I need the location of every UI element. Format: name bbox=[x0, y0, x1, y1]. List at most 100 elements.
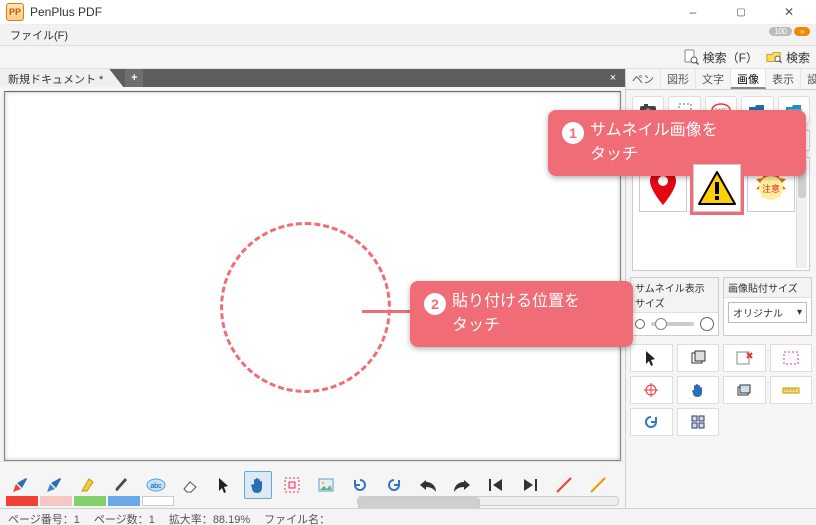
folder-search-icon bbox=[766, 49, 782, 65]
top-toolrow: 検索（F） 検索 bbox=[0, 46, 816, 69]
tool-rotate-right[interactable] bbox=[380, 471, 408, 499]
thumbnail-warning[interactable] bbox=[693, 164, 741, 212]
side-layers[interactable] bbox=[677, 344, 720, 372]
swatch-5[interactable] bbox=[142, 496, 174, 506]
app-window: { "app": { "title": "PenPlus PDF", "icon… bbox=[0, 0, 816, 525]
callout-1-line1: サムネイル画像を bbox=[590, 122, 718, 139]
document-tabstrip: 新規ドキュメント * + × bbox=[0, 69, 625, 87]
status-page-no: ページ番号：1 bbox=[8, 511, 80, 525]
app-title: PenPlus PDF bbox=[30, 5, 102, 19]
side-pointer[interactable] bbox=[630, 344, 673, 372]
document-tab-active[interactable]: 新規ドキュメント * bbox=[0, 69, 123, 87]
tool-last-page[interactable] bbox=[516, 471, 544, 499]
svg-text:abc: abc bbox=[150, 483, 162, 490]
tab-image[interactable]: 画像 bbox=[731, 69, 766, 89]
side-tabs: ペン 図形 文字 画像 表示 設定 bbox=[626, 69, 816, 90]
canvas-wrap bbox=[0, 87, 625, 461]
tool-highlighter[interactable] bbox=[74, 471, 102, 499]
callout-1-line2: タッチ bbox=[562, 144, 792, 166]
menubar-chip-2[interactable]: » bbox=[794, 27, 810, 36]
menubar-chip-1: 100 bbox=[769, 27, 793, 36]
tool-line-red[interactable] bbox=[550, 471, 578, 499]
callout-2-line1: 貼り付ける位置を bbox=[452, 293, 580, 310]
close-tab-button[interactable]: × bbox=[605, 69, 621, 87]
tool-pointer[interactable] bbox=[210, 471, 238, 499]
callout-1-number: 1 bbox=[562, 122, 584, 144]
callout-2-line2: タッチ bbox=[424, 315, 619, 337]
menubar: ファイル(F) 100 » bbox=[0, 25, 816, 46]
paste-size-label: 画像貼付サイズ bbox=[724, 278, 811, 298]
tool-line-orange[interactable] bbox=[584, 471, 612, 499]
bottom-scrollbar[interactable] bbox=[357, 496, 619, 506]
callout-2: 2 貼り付ける位置を タッチ bbox=[410, 281, 633, 347]
thumbnail-size-box: サムネイル表示サイズ bbox=[630, 277, 719, 336]
side-hand[interactable] bbox=[677, 376, 720, 404]
tab-view[interactable]: 表示 bbox=[766, 69, 801, 89]
paste-size-box: 画像貼付サイズ オリジナル▾ bbox=[723, 277, 812, 336]
search-label: 検索 bbox=[786, 49, 810, 66]
tool-undo[interactable] bbox=[414, 471, 442, 499]
tool-eraser[interactable] bbox=[176, 471, 204, 499]
circle-large-icon bbox=[700, 317, 714, 331]
tool-brush[interactable] bbox=[108, 471, 136, 499]
document-search-icon bbox=[683, 49, 699, 65]
search-f-group[interactable]: 検索（F） bbox=[683, 49, 758, 66]
bottom-scrollbar-thumb[interactable] bbox=[358, 497, 480, 508]
thumbnail-size-label: サムネイル表示サイズ bbox=[631, 278, 718, 313]
app-icon: PP bbox=[6, 3, 24, 21]
paste-size-dropdown[interactable]: オリジナル▾ bbox=[728, 302, 807, 323]
swatch-1[interactable] bbox=[6, 496, 38, 506]
search-f-label: 検索（F） bbox=[703, 49, 758, 66]
side-center[interactable] bbox=[630, 376, 673, 404]
side-delete[interactable] bbox=[723, 344, 766, 372]
menu-file[interactable]: ファイル(F) bbox=[4, 25, 74, 45]
tool-first-page[interactable] bbox=[482, 471, 510, 499]
thumbnail-scrollbar[interactable] bbox=[796, 160, 807, 268]
add-tab-button[interactable]: + bbox=[125, 69, 143, 87]
tool-insert-image[interactable] bbox=[312, 471, 340, 499]
callout-1: 1 サムネイル画像を タッチ bbox=[548, 110, 806, 176]
titlebar: PP PenPlus PDF – ▢ ✕ bbox=[0, 0, 816, 25]
swatch-2[interactable] bbox=[40, 496, 72, 506]
search-group[interactable]: 検索 bbox=[766, 49, 810, 66]
tool-select-region[interactable] bbox=[278, 471, 306, 499]
option-columns: サムネイル表示サイズ 画像貼付サイズ オリジナル▾ bbox=[626, 277, 816, 340]
tool-pen-blue[interactable] bbox=[40, 471, 68, 499]
status-bar: ページ番号：1 ページ数：1 拡大率：88.19% ファイル名： bbox=[0, 508, 816, 525]
status-zoom: 拡大率：88.19% bbox=[169, 511, 250, 525]
side-stack[interactable] bbox=[723, 376, 766, 404]
tool-hand[interactable] bbox=[244, 471, 272, 499]
callout-leader-2 bbox=[362, 310, 412, 313]
side-select-area[interactable] bbox=[770, 344, 813, 372]
window-maximize-button[interactable]: ▢ bbox=[720, 1, 762, 23]
menubar-right-chips: 100 » bbox=[769, 27, 811, 36]
document-tab-label: 新規ドキュメント * bbox=[8, 71, 103, 87]
callout-2-number: 2 bbox=[424, 293, 446, 315]
svg-text:注意: 注意 bbox=[762, 183, 780, 194]
chevron-down-icon-3: ▾ bbox=[797, 307, 802, 318]
side-tool-grid bbox=[626, 340, 816, 440]
window-close-button[interactable]: ✕ bbox=[768, 1, 810, 23]
swatch-4[interactable] bbox=[108, 496, 140, 506]
tab-settings[interactable]: 設定 bbox=[801, 69, 816, 89]
target-area-indicator bbox=[220, 222, 391, 393]
tool-text-abc[interactable]: abc bbox=[142, 471, 170, 499]
canvas[interactable] bbox=[4, 91, 621, 461]
circle-small-icon bbox=[635, 319, 645, 329]
tool-pen-red[interactable] bbox=[6, 471, 34, 499]
swatch-3[interactable] bbox=[74, 496, 106, 506]
side-ruler[interactable] bbox=[770, 376, 813, 404]
status-file: ファイル名： bbox=[264, 511, 330, 525]
window-minimize-button[interactable]: – bbox=[672, 1, 714, 23]
side-grid[interactable] bbox=[677, 408, 720, 436]
side-rotate[interactable] bbox=[630, 408, 673, 436]
tool-redo[interactable] bbox=[448, 471, 476, 499]
tab-text[interactable]: 文字 bbox=[696, 69, 731, 89]
thumbnail-size-slider[interactable] bbox=[631, 313, 718, 335]
tab-pen[interactable]: ペン bbox=[626, 69, 661, 89]
bottom-toolbar: abc bbox=[0, 461, 625, 508]
tab-shape[interactable]: 図形 bbox=[661, 69, 696, 89]
color-swatches bbox=[6, 496, 174, 506]
status-page-count: ページ数：1 bbox=[94, 511, 155, 525]
tool-rotate-left[interactable] bbox=[346, 471, 374, 499]
